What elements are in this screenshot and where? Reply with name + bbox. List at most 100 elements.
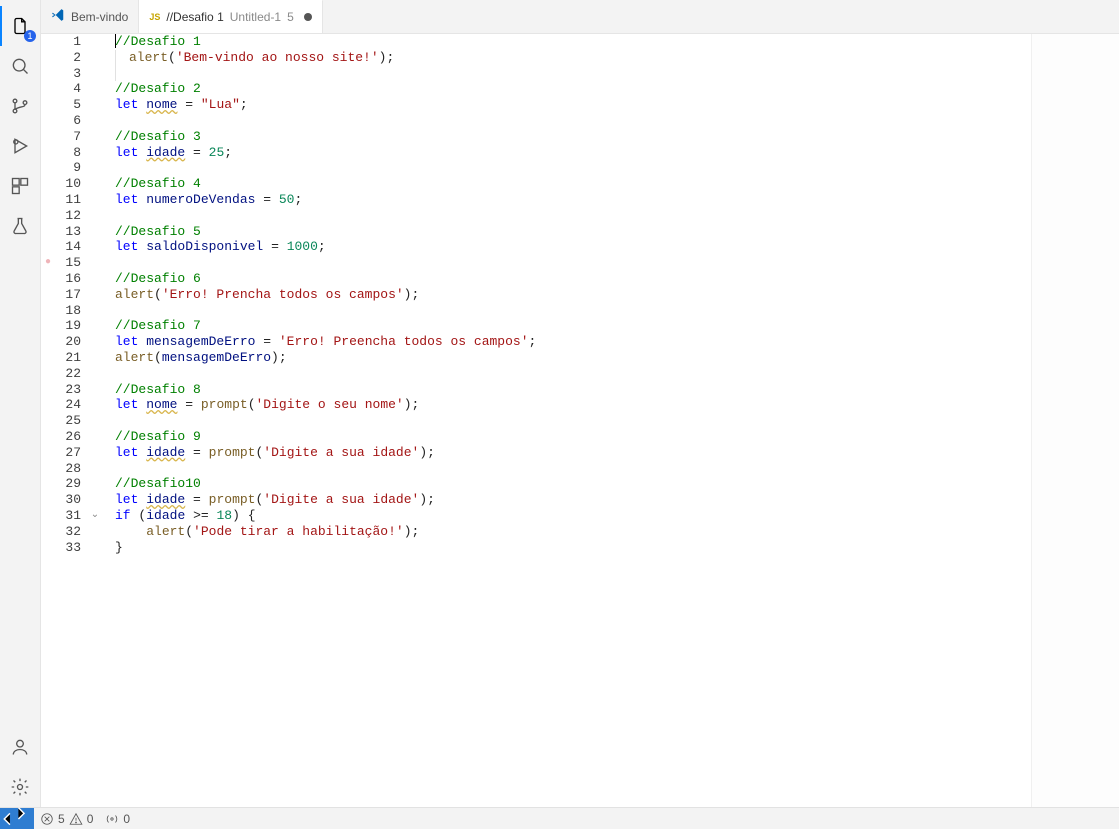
line-number: 27 bbox=[55, 445, 89, 461]
status-problems[interactable]: 5 0 bbox=[34, 808, 99, 829]
editor-area: Bem-vindo JS //Desafio 1 Untitled-1 5 1/… bbox=[40, 0, 1119, 807]
code-line: 8let idade = 25; bbox=[41, 145, 1119, 161]
line-content: alert(mensagemDeErro); bbox=[101, 350, 287, 366]
code-lines: 1//Desafio 12alert('Bem-vindo ao nosso s… bbox=[41, 34, 1119, 555]
status-bar: 5 0 0 bbox=[0, 807, 1119, 829]
code-line: 3 bbox=[41, 66, 1119, 82]
app-root: 1 bbox=[0, 0, 1119, 829]
dirty-indicator-icon bbox=[304, 13, 312, 21]
tab-label: //Desafio 1 bbox=[166, 10, 223, 24]
activity-testing[interactable] bbox=[0, 206, 40, 246]
line-content: let numeroDeVendas = 50; bbox=[101, 192, 302, 208]
minimap[interactable] bbox=[1031, 34, 1119, 807]
code-line: 33} bbox=[41, 540, 1119, 556]
warning-count: 0 bbox=[87, 812, 94, 826]
line-number: 7 bbox=[55, 129, 89, 145]
code-line: 20 let mensagemDeErro = 'Erro! Preencha t… bbox=[41, 334, 1119, 350]
beaker-icon bbox=[10, 216, 30, 236]
code-line: 18 bbox=[41, 303, 1119, 319]
line-number: 17 bbox=[55, 287, 89, 303]
code-line: 30 let idade = prompt('Digite a sua idade… bbox=[41, 492, 1119, 508]
error-count: 5 bbox=[58, 812, 65, 826]
line-number: 23 bbox=[55, 382, 89, 398]
line-number: 16 bbox=[55, 271, 89, 287]
line-number: 2 bbox=[55, 50, 89, 66]
code-line: 1//Desafio 1 bbox=[41, 34, 1119, 50]
tab-suffix: Untitled-1 bbox=[230, 10, 281, 24]
branch-icon bbox=[10, 96, 30, 116]
code-line: 2alert('Bem-vindo ao nosso site!'); bbox=[41, 50, 1119, 66]
code-line: 28 bbox=[41, 461, 1119, 477]
vscode-icon bbox=[51, 8, 65, 25]
play-bug-icon bbox=[10, 136, 30, 156]
line-content: alert('Erro! Prencha todos os campos'); bbox=[101, 287, 419, 303]
line-content: if (idade >= 18) { bbox=[101, 508, 256, 524]
line-number: 9 bbox=[55, 160, 89, 176]
activity-explorer[interactable]: 1 bbox=[0, 6, 40, 46]
code-line: 17 alert('Erro! Prencha todos os campos')… bbox=[41, 287, 1119, 303]
line-number: 25 bbox=[55, 413, 89, 429]
line-number: 15 bbox=[55, 255, 89, 271]
code-line: 24let nome = prompt('Digite o seu nome')… bbox=[41, 397, 1119, 413]
code-line: 11let numeroDeVendas = 50; bbox=[41, 192, 1119, 208]
fold-gutter[interactable]: ⌄ bbox=[89, 508, 101, 524]
extensions-icon bbox=[10, 176, 30, 196]
tab-bar: Bem-vindo JS //Desafio 1 Untitled-1 5 bbox=[41, 0, 1119, 34]
js-icon: JS bbox=[149, 12, 160, 22]
line-number: 29 bbox=[55, 476, 89, 492]
line-number: 13 bbox=[55, 224, 89, 240]
activity-extensions[interactable] bbox=[0, 166, 40, 206]
main-row: 1 bbox=[0, 0, 1119, 807]
activity-run-debug[interactable] bbox=[0, 126, 40, 166]
line-content: //Desafio 9 bbox=[101, 429, 201, 445]
code-line: 10 //Desafio 4 bbox=[41, 176, 1119, 192]
line-number: 1 bbox=[55, 34, 89, 50]
line-content: //Desafio 4 bbox=[101, 176, 201, 192]
line-number: 20 bbox=[55, 334, 89, 350]
line-number: 5 bbox=[55, 97, 89, 113]
activity-settings[interactable] bbox=[0, 767, 40, 807]
line-content: alert('Pode tirar a habilitação!'); bbox=[101, 524, 419, 540]
activity-search[interactable] bbox=[0, 46, 40, 86]
line-content: let idade = prompt('Digite a sua idade')… bbox=[101, 445, 435, 461]
line-number: 32 bbox=[55, 524, 89, 540]
account-icon bbox=[10, 737, 30, 757]
line-number: 10 bbox=[55, 176, 89, 192]
code-editor[interactable]: 1//Desafio 12alert('Bem-vindo ao nosso s… bbox=[41, 34, 1119, 807]
status-remote[interactable] bbox=[0, 808, 34, 829]
activity-bar: 1 bbox=[0, 0, 40, 807]
tab-welcome[interactable]: Bem-vindo bbox=[41, 0, 139, 33]
line-number: 30 bbox=[55, 492, 89, 508]
code-line: 16 //Desafio 6 bbox=[41, 271, 1119, 287]
activity-account[interactable] bbox=[0, 727, 40, 767]
code-line: 26//Desafio 9 bbox=[41, 429, 1119, 445]
line-content: //Desafio 3 bbox=[101, 129, 201, 145]
code-line: 5let nome = "Lua"; bbox=[41, 97, 1119, 113]
line-number: 33 bbox=[55, 540, 89, 556]
line-content: let mensagemDeErro = 'Erro! Preencha tod… bbox=[101, 334, 536, 350]
breakpoint-gutter[interactable]: ● bbox=[41, 255, 55, 271]
line-number: 28 bbox=[55, 461, 89, 477]
tab-untitled-js[interactable]: JS //Desafio 1 Untitled-1 5 bbox=[139, 0, 322, 33]
line-content: //Desafio 6 bbox=[101, 271, 201, 287]
code-line: 21alert(mensagemDeErro); bbox=[41, 350, 1119, 366]
line-content: //Desafio 8 bbox=[101, 382, 201, 398]
line-content: let idade = prompt('Digite a sua idade')… bbox=[101, 492, 435, 508]
line-content: let saldoDisponivel = 1000; bbox=[101, 239, 326, 255]
line-content: //Desafio 5 bbox=[101, 224, 201, 240]
gear-icon bbox=[10, 777, 30, 797]
code-line: 9 bbox=[41, 160, 1119, 176]
code-line: 4//Desafio 2 bbox=[41, 81, 1119, 97]
line-number: 14 bbox=[55, 239, 89, 255]
code-line: 22 bbox=[41, 366, 1119, 382]
activity-source-control[interactable] bbox=[0, 86, 40, 126]
code-line: 14 let saldoDisponivel = 1000; bbox=[41, 239, 1119, 255]
search-icon bbox=[10, 56, 30, 76]
status-ports[interactable]: 0 bbox=[99, 808, 136, 829]
tab-label: Bem-vindo bbox=[71, 10, 128, 24]
line-content: //Desafio10 bbox=[101, 476, 201, 492]
line-number: 6 bbox=[55, 113, 89, 129]
error-icon bbox=[40, 812, 54, 826]
code-line: 19//Desafio 7 bbox=[41, 318, 1119, 334]
line-content: //Desafio 7 bbox=[101, 318, 201, 334]
